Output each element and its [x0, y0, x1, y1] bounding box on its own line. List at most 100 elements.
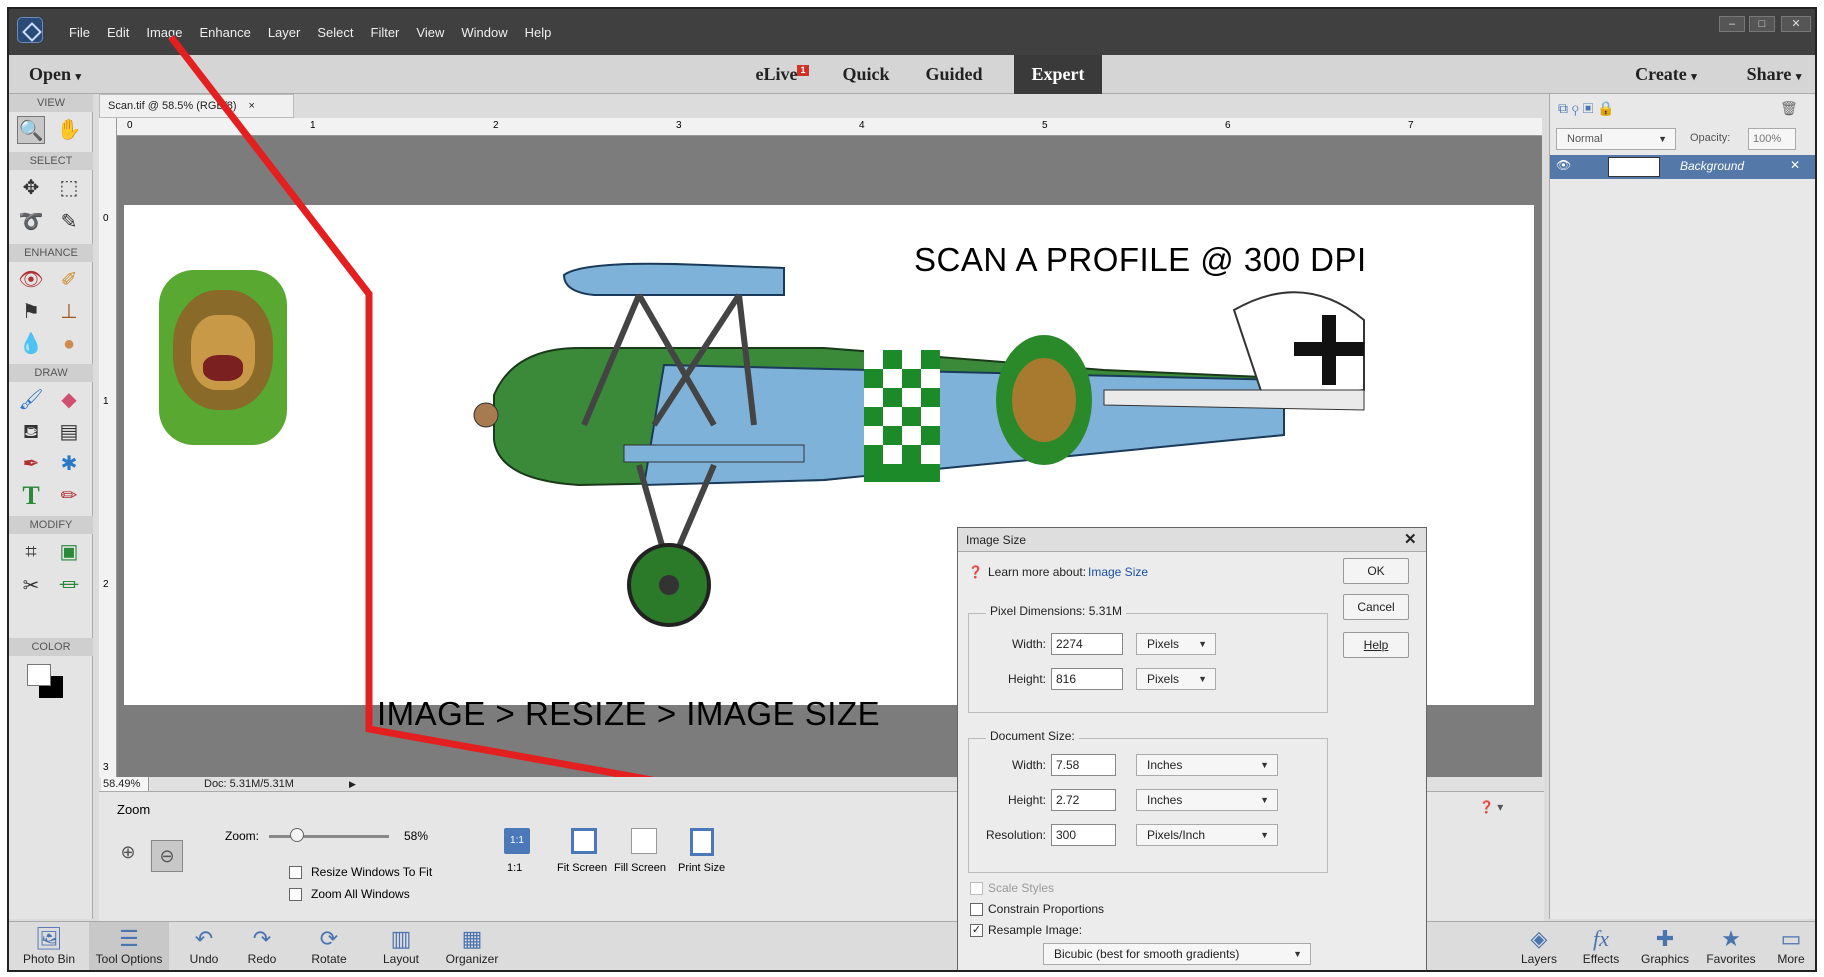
smart-brush-icon[interactable]: ⚑ — [17, 298, 45, 326]
rotate-button[interactable]: ⟳ Rotate — [299, 922, 359, 970]
tool-options-button[interactable]: ☰ Tool Options — [89, 922, 169, 970]
effects-button[interactable]: fx Effects — [1571, 922, 1631, 970]
tab-elive[interactable]: eLive 1 — [747, 55, 817, 94]
px-height-field[interactable]: 816 — [1051, 668, 1123, 690]
content-aware-move-icon[interactable]: ✂ — [17, 572, 45, 600]
menu-image[interactable]: Image — [146, 25, 182, 40]
learn-more-link[interactable]: Image Size — [1088, 565, 1148, 579]
resize-windows-checkbox[interactable] — [289, 866, 302, 879]
layers-button[interactable]: ◈ Layers — [1509, 922, 1569, 970]
px-height-label: Height: — [1007, 672, 1046, 686]
trash-icon[interactable]: 🗑 — [1780, 100, 1798, 117]
more-button[interactable]: ▭ More — [1769, 922, 1813, 970]
resample-image-checkbox[interactable]: ✓ — [970, 924, 983, 937]
healing-brush-icon[interactable]: ✐ — [55, 266, 83, 294]
px-width-unit-select[interactable]: Pixels — [1136, 633, 1216, 655]
layout-button[interactable]: ▥ Layout — [371, 922, 431, 970]
custom-shape-icon[interactable]: ✱ — [55, 450, 83, 478]
doc-height-unit-select[interactable]: Inches — [1136, 789, 1278, 811]
doc-height-field[interactable]: 2.72 — [1051, 789, 1116, 811]
brush-tool-icon[interactable]: 🖌 — [17, 386, 45, 414]
create-button[interactable]: Create ▾ — [1621, 55, 1711, 94]
lasso-tool-icon[interactable]: ➰ — [17, 208, 45, 236]
blur-tool-icon[interactable]: 💧 — [17, 330, 45, 358]
options-help-icon[interactable]: ❓ ▾ — [1479, 800, 1503, 814]
type-tool-icon[interactable]: T — [17, 482, 45, 510]
minimize-button[interactable]: – — [1719, 16, 1745, 32]
menu-window[interactable]: Window — [461, 25, 507, 40]
menu-view[interactable]: View — [416, 25, 444, 40]
blend-mode-select[interactable]: Normal — [1556, 128, 1676, 150]
fill-screen-icon[interactable] — [631, 828, 657, 854]
tab-guided[interactable]: Guided — [914, 55, 994, 94]
clone-stamp-icon[interactable]: ⊥ — [55, 298, 83, 326]
menu-edit[interactable]: Edit — [107, 25, 129, 40]
print-size-icon[interactable] — [690, 828, 714, 856]
dialog-close-icon[interactable]: ✕ — [1404, 530, 1417, 548]
graphics-button[interactable]: ✚ Graphics — [1633, 922, 1697, 970]
zoom-out-icon[interactable]: ⊖ — [151, 840, 183, 872]
cancel-button[interactable]: Cancel — [1343, 594, 1409, 620]
eraser-tool-icon[interactable]: ◆ — [55, 386, 83, 414]
ok-button[interactable]: OK — [1343, 558, 1409, 584]
constrain-proportions-checkbox[interactable] — [970, 903, 983, 916]
menu-file[interactable]: File — [69, 25, 90, 40]
resample-method-select[interactable]: Bicubic (best for smooth gradients) — [1043, 943, 1311, 965]
paint-bucket-icon[interactable]: ⛾ — [17, 418, 45, 446]
close-tab-icon[interactable]: × — [249, 100, 255, 112]
document-tab[interactable]: Scan.tif @ 58.5% (RGB/8) × — [99, 94, 294, 118]
menu-help[interactable]: Help — [525, 25, 552, 40]
redo-button[interactable]: ↷ Redo — [237, 922, 287, 970]
straighten-tool-icon[interactable]: ⏛ — [55, 572, 83, 600]
quick-selection-icon[interactable]: ✎ — [55, 208, 83, 236]
fit-screen-icon[interactable] — [571, 828, 597, 854]
recompose-tool-icon[interactable]: ▣ — [55, 538, 83, 566]
menu-enhance[interactable]: Enhance — [200, 25, 251, 40]
hand-tool-icon[interactable]: ✋ — [55, 116, 83, 144]
share-button[interactable]: Share ▾ — [1731, 55, 1815, 94]
px-width-field[interactable]: 2274 — [1051, 633, 1123, 655]
marquee-tool-icon[interactable]: ⬚ — [55, 174, 83, 202]
panel-tools-icon[interactable]: ⧉ ⚲ ▣ 🔒 — [1558, 100, 1615, 117]
maximize-button[interactable]: □ — [1749, 16, 1775, 32]
resolution-unit-select[interactable]: Pixels/Inch — [1136, 824, 1278, 846]
status-arrow-icon[interactable]: ▶ — [349, 777, 356, 791]
eyedropper-icon[interactable]: ✒ — [17, 450, 45, 478]
zoom-all-checkbox[interactable] — [289, 888, 302, 901]
organizer-button[interactable]: ▦ Organizer — [437, 922, 507, 970]
one-to-one-icon[interactable]: 1:1 — [504, 828, 530, 854]
open-button[interactable]: Open ▾ — [29, 55, 99, 94]
app-logo-icon[interactable] — [17, 17, 43, 43]
zoom-slider-track[interactable] — [269, 835, 389, 838]
menu-layer[interactable]: Layer — [268, 25, 301, 40]
tab-expert[interactable]: Expert — [1014, 55, 1102, 94]
layer-row-background[interactable]: 👁 Background ✕ — [1550, 155, 1815, 179]
close-window-button[interactable]: ✕ — [1781, 16, 1811, 32]
sponge-tool-icon[interactable]: ● — [55, 330, 83, 358]
zoom-in-icon[interactable]: ⊕ — [115, 842, 141, 868]
layer-lock-icon[interactable]: ✕ — [1790, 158, 1800, 172]
zoom-slider-thumb[interactable] — [289, 828, 304, 842]
zoom-value-field[interactable]: 58.49% — [101, 777, 149, 791]
resolution-field[interactable]: 300 — [1051, 824, 1116, 846]
pencil-tool-icon[interactable]: ✏ — [55, 482, 83, 510]
crop-tool-icon[interactable]: ⌗ — [17, 538, 45, 566]
menu-select[interactable]: Select — [317, 25, 353, 40]
zoom-tool-icon[interactable]: 🔍 — [17, 116, 45, 144]
undo-button[interactable]: ↶ Undo — [179, 922, 229, 970]
doc-width-unit-select[interactable]: Inches — [1136, 754, 1278, 776]
px-height-unit-select[interactable]: Pixels — [1136, 668, 1216, 690]
photo-bin-button[interactable]: 🖼 Photo Bin — [19, 922, 79, 970]
gradient-tool-icon[interactable]: ▤ — [55, 418, 83, 446]
opacity-field[interactable]: 100% — [1748, 128, 1796, 150]
favorites-button[interactable]: ★ Favorites — [1699, 922, 1763, 970]
foreground-color-swatch[interactable] — [27, 664, 51, 686]
menu-filter[interactable]: Filter — [371, 25, 400, 40]
move-tool-icon[interactable]: ✥ — [17, 174, 45, 202]
tab-quick[interactable]: Quick — [831, 55, 901, 94]
red-eye-tool-icon[interactable]: 👁 — [17, 266, 45, 294]
doc-width-field[interactable]: 7.58 — [1051, 754, 1116, 776]
scale-styles-checkbox[interactable] — [970, 882, 983, 895]
visibility-eye-icon[interactable]: 👁 — [1556, 158, 1571, 172]
help-button[interactable]: Help — [1343, 632, 1409, 658]
